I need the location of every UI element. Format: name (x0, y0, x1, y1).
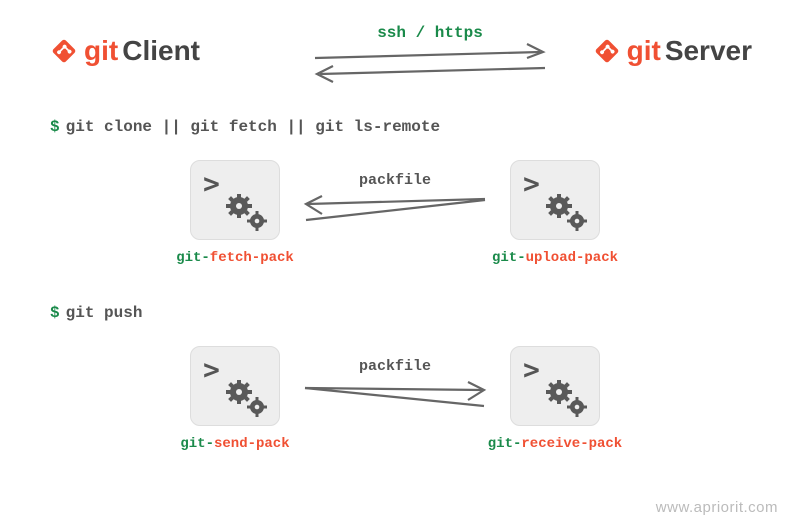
git-word: git (627, 35, 661, 67)
prompt-symbol: $ (50, 304, 60, 322)
fetch-pack-label: git-fetch-pack (145, 250, 325, 266)
gears-icon (545, 193, 589, 231)
push-arrow: packfile (300, 360, 490, 420)
fetch-command: $ git clone || git fetch || git ls-remote (50, 118, 440, 136)
gears-icon (225, 379, 269, 417)
receive-pack-label: git-receive-pack (465, 436, 645, 452)
fetch-command-text: git clone || git fetch || git ls-remote (66, 118, 440, 136)
chevron-icon: > (523, 353, 540, 386)
push-row: > git-send-pack packfile > git-receive-p… (0, 346, 802, 466)
push-command: $ git push (50, 304, 142, 322)
packfile-label: packfile (300, 358, 490, 375)
packfile-label: packfile (300, 172, 490, 189)
git-logo-icon (593, 37, 621, 65)
chevron-icon: > (203, 353, 220, 386)
upload-pack-box: > (510, 160, 600, 240)
receive-pack-box: > (510, 346, 600, 426)
gears-icon (225, 193, 269, 231)
gears-icon (545, 379, 589, 417)
git-word: git (84, 35, 118, 67)
server-role: Server (665, 35, 752, 67)
fetch-arrow: packfile (300, 174, 490, 234)
client-role: Client (122, 35, 200, 67)
git-logo-icon (50, 37, 78, 65)
server-brand: git Server (593, 35, 752, 67)
chevron-icon: > (203, 167, 220, 200)
prompt-symbol: $ (50, 118, 60, 136)
upload-pack-label: git-upload-pack (465, 250, 645, 266)
fetch-pack-box: > (190, 160, 280, 240)
header: git Client ssh / https git Server (50, 30, 752, 90)
send-pack-box: > (190, 346, 280, 426)
fetch-row: > git-fetch-pack packfile > git-upload-p… (0, 160, 802, 280)
push-command-text: git push (66, 304, 143, 322)
send-pack-label: git-send-pack (145, 436, 325, 452)
chevron-icon: > (523, 167, 540, 200)
protocol-arrows: ssh / https (315, 40, 545, 90)
protocol-label: ssh / https (315, 24, 545, 42)
client-brand: git Client (50, 35, 200, 67)
watermark: www.apriorit.com (656, 499, 778, 516)
